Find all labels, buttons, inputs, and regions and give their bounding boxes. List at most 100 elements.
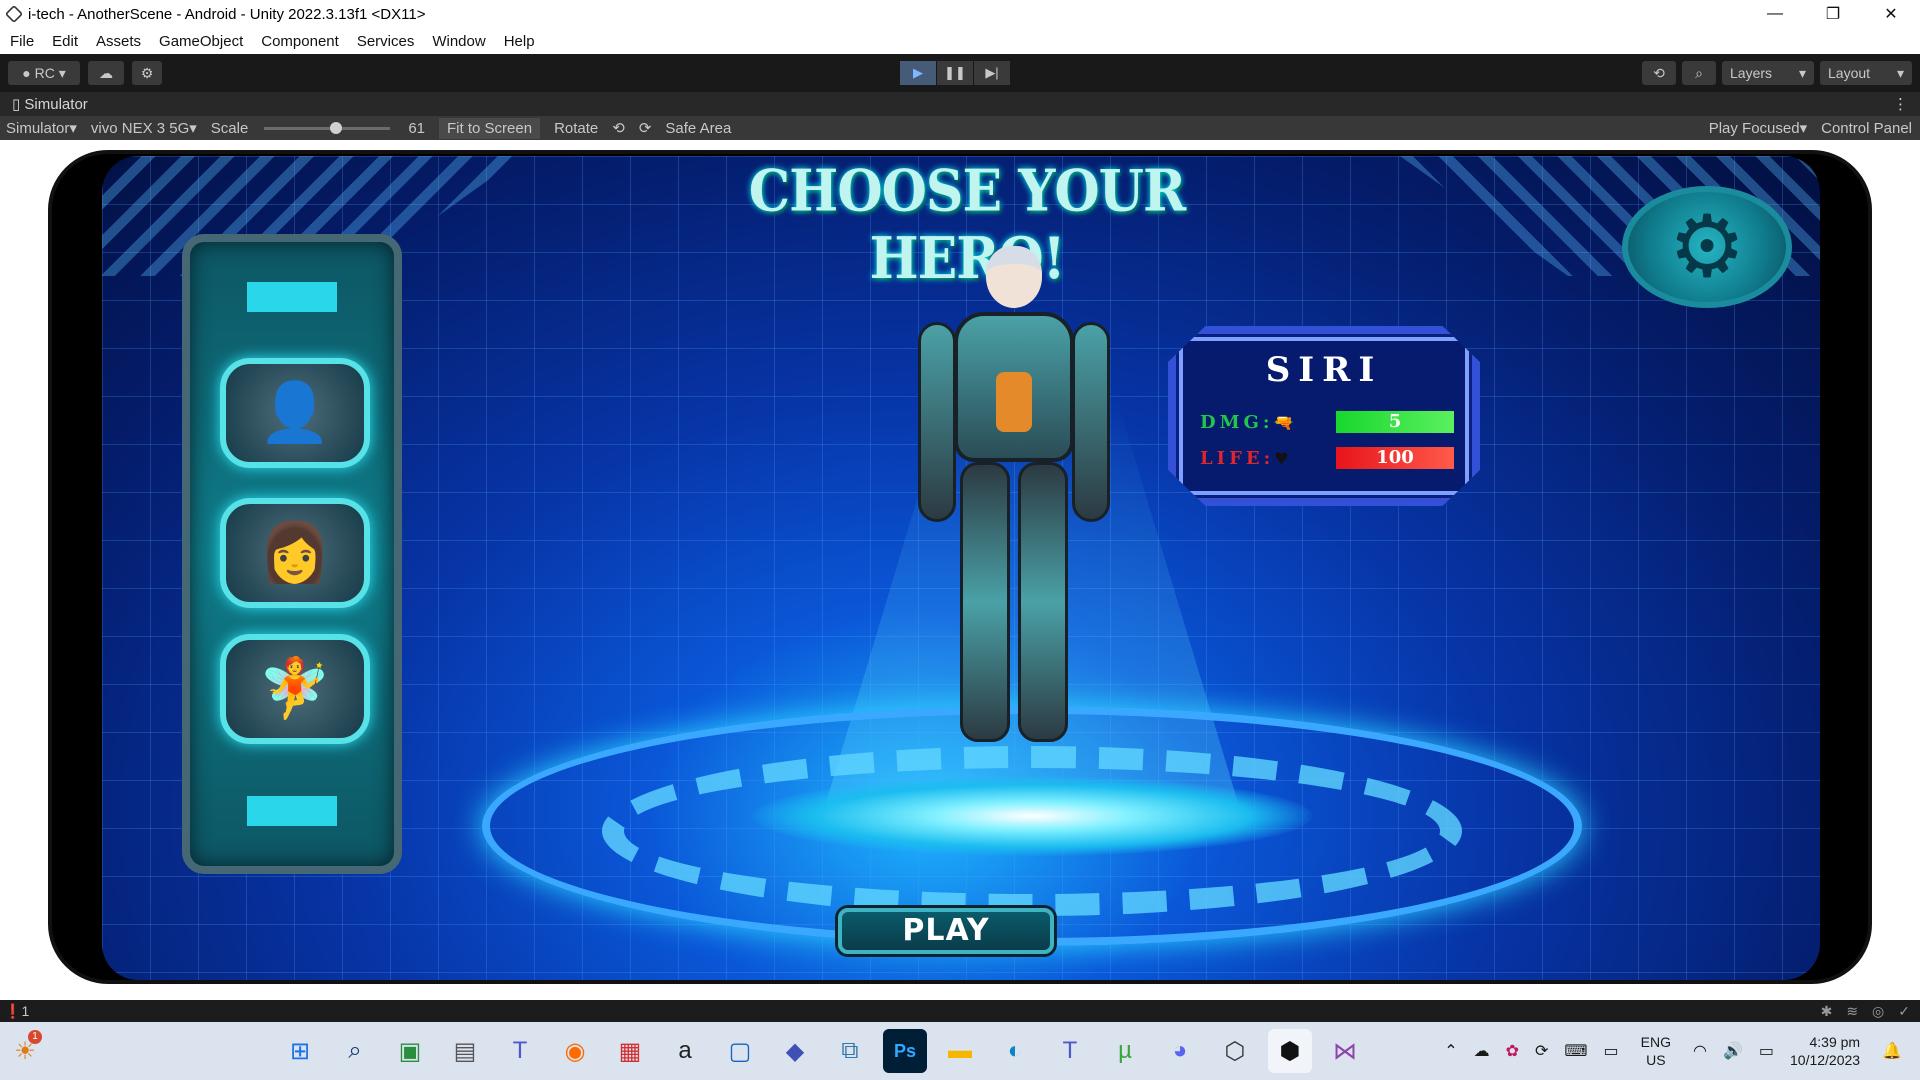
explorer-icon[interactable]: ▬: [938, 1029, 982, 1073]
selected-hero-model: [914, 236, 1114, 756]
visual-studio-icon[interactable]: ⋈: [1323, 1029, 1367, 1073]
scale-slider-thumb[interactable]: [330, 121, 343, 134]
console-count[interactable]: 1: [21, 1003, 29, 1019]
rotate-right-icon[interactable]: ⟳: [639, 119, 652, 137]
toolbar-right: ⟲ ⌕ Layers ▾ Layout ▾: [1636, 61, 1912, 85]
volume-icon[interactable]: 🔊: [1723, 1041, 1743, 1061]
close-button[interactable]: ✕: [1862, 0, 1920, 28]
mode-dropdown[interactable]: Simulator ▾: [6, 119, 77, 138]
hero-slot-2[interactable]: 👩: [220, 498, 370, 608]
hero-2-portrait-icon: 👩: [258, 520, 332, 585]
cloud-icon: ☁: [99, 64, 113, 81]
chevron-up-icon[interactable]: ⌃: [1444, 1041, 1457, 1061]
layout-dropdown[interactable]: Layout ▾: [1820, 61, 1912, 85]
wifi-icon[interactable]: ◠: [1693, 1041, 1707, 1061]
rotate-left-icon[interactable]: ⟲: [612, 119, 625, 137]
play-button[interactable]: ▶: [900, 61, 936, 85]
photoshop-icon[interactable]: Ps: [883, 1029, 927, 1073]
search-icon: ⌕: [1695, 64, 1703, 81]
unity-hub-icon[interactable]: ⬡: [1213, 1029, 1257, 1073]
menu-assets[interactable]: Assets: [96, 33, 141, 50]
control-panel-button[interactable]: Control Panel: [1821, 120, 1912, 137]
chevron-down-icon: ▾: [54, 64, 66, 81]
search-button[interactable]: ⌕: [1682, 61, 1716, 85]
restore-button[interactable]: ❐: [1804, 0, 1862, 28]
region-code: US: [1646, 1052, 1666, 1068]
paint-icon[interactable]: ◆: [773, 1029, 817, 1073]
clock[interactable]: 4:39 pm 10/12/2023: [1790, 1033, 1860, 1069]
battery-icon[interactable]: ▭: [1759, 1041, 1774, 1061]
hero-head: [986, 246, 1042, 308]
bug-icon[interactable]: ✱: [1821, 1003, 1833, 1020]
menu-services[interactable]: Services: [357, 33, 415, 50]
windows-start-icon[interactable]: ⊞: [278, 1029, 322, 1073]
sync-icon[interactable]: ⟳: [1535, 1041, 1548, 1061]
simulator-controls: Simulator ▾ vivo NEX 3 5G ▾ Scale 61 Fit t…: [0, 116, 1920, 140]
app-window-icon[interactable]: ▢: [718, 1029, 762, 1073]
notification-bell-icon[interactable]: 🔔: [1882, 1041, 1902, 1061]
play-game-button[interactable]: PLAY: [838, 908, 1054, 954]
hero-arm-right: [1072, 322, 1110, 522]
chevron-down-icon: ▾: [69, 120, 77, 137]
pause-button[interactable]: ❚❚: [937, 61, 973, 85]
onedrive-icon[interactable]: ☁: [1474, 1041, 1490, 1061]
minimize-button[interactable]: —: [1746, 0, 1804, 28]
menu-component[interactable]: Component: [261, 33, 339, 50]
device-label: vivo NEX 3 5G: [90, 119, 190, 137]
hero-name: SIRI: [1265, 350, 1383, 390]
layers-dropdown[interactable]: Layers ▾: [1722, 61, 1814, 85]
firefox-icon[interactable]: ◉: [553, 1029, 597, 1073]
unity-icon[interactable]: ⬢: [1268, 1029, 1312, 1073]
store-icon[interactable]: ▦: [608, 1029, 652, 1073]
chevron-down-icon: ▾: [189, 120, 197, 137]
menu-edit[interactable]: Edit: [52, 33, 78, 50]
display-icon[interactable]: ▭: [1604, 1041, 1619, 1061]
layers-label: Layers: [1730, 65, 1773, 81]
unity-logo-icon: [4, 4, 24, 24]
rack-bottom-light: [247, 796, 337, 826]
safe-area-toggle[interactable]: Safe Area: [665, 120, 731, 137]
keyboard-icon[interactable]: ⌨: [1564, 1041, 1587, 1061]
language-indicator[interactable]: ENG US: [1641, 1033, 1671, 1069]
simulator-tab[interactable]: ▯ Simulator ⋮: [0, 92, 1920, 116]
clock-date: 10/12/2023: [1790, 1052, 1861, 1068]
menu-bar: File Edit Assets GameObject Component Se…: [0, 28, 1920, 54]
menu-window[interactable]: Window: [432, 33, 485, 50]
check-icon[interactable]: ✓: [1898, 1003, 1910, 1020]
amazon-icon[interactable]: a: [663, 1029, 707, 1073]
fit-to-screen-button[interactable]: Fit to Screen: [439, 117, 541, 139]
app-tray-icon[interactable]: ✿: [1506, 1041, 1519, 1061]
discord-icon[interactable]: ◕: [1158, 1029, 1202, 1073]
teams-2-icon[interactable]: T: [1048, 1029, 1092, 1073]
widgets-button[interactable]: ☀ 1: [0, 1022, 50, 1080]
settings-gear-icon[interactable]: ⚙: [1622, 186, 1792, 308]
hero-slot-3[interactable]: 🧚: [220, 634, 370, 744]
collab-button[interactable]: ⚙: [132, 61, 162, 85]
more-options-icon[interactable]: ⋮: [1893, 95, 1908, 113]
device-dropdown[interactable]: vivo NEX 3 5G ▾: [90, 119, 197, 138]
menu-help[interactable]: Help: [504, 33, 535, 50]
game-screen[interactable]: CHOOSE YOUR HERO! ⚙ 👤 👩 🧚 SIRI DMG: 🔫 5: [102, 156, 1820, 980]
scale-slider[interactable]: [264, 121, 391, 134]
edge-icon[interactable]: ◐: [993, 1029, 1037, 1073]
heart-icon: ♥: [1274, 448, 1289, 468]
hero-slot-1[interactable]: 👤: [220, 358, 370, 468]
cloud-button[interactable]: ☁: [88, 61, 124, 85]
python-icon[interactable]: ⧉: [828, 1029, 872, 1073]
utorrent-icon[interactable]: µ: [1103, 1029, 1147, 1073]
file-manager-icon[interactable]: ▤: [443, 1029, 487, 1073]
rack-top-light: [247, 282, 337, 312]
network-icon[interactable]: ◎: [1872, 1003, 1884, 1020]
menu-file[interactable]: File: [10, 33, 34, 50]
history-button[interactable]: ⟲: [1642, 61, 1676, 85]
pinned-apps: ⊞ ⌕ ▣ ▤ T ◉ ▦ a ▢ ◆ ⧉ Ps ▬ ◐ T µ ◕ ⬡ ⬢ ⋈: [278, 1022, 1378, 1080]
teams-icon[interactable]: T: [498, 1029, 542, 1073]
stack-icon[interactable]: ≋: [1846, 1003, 1858, 1020]
play-focused-dropdown[interactable]: Play Focused ▾: [1709, 119, 1807, 138]
menu-gameobject[interactable]: GameObject: [159, 33, 243, 50]
rotate-label: Rotate: [554, 119, 599, 137]
step-button[interactable]: ▶|: [974, 61, 1010, 85]
app-icon[interactable]: ▣: [388, 1029, 432, 1073]
search-icon[interactable]: ⌕: [333, 1029, 377, 1073]
account-dropdown[interactable]: ● RC ▾: [8, 61, 80, 85]
